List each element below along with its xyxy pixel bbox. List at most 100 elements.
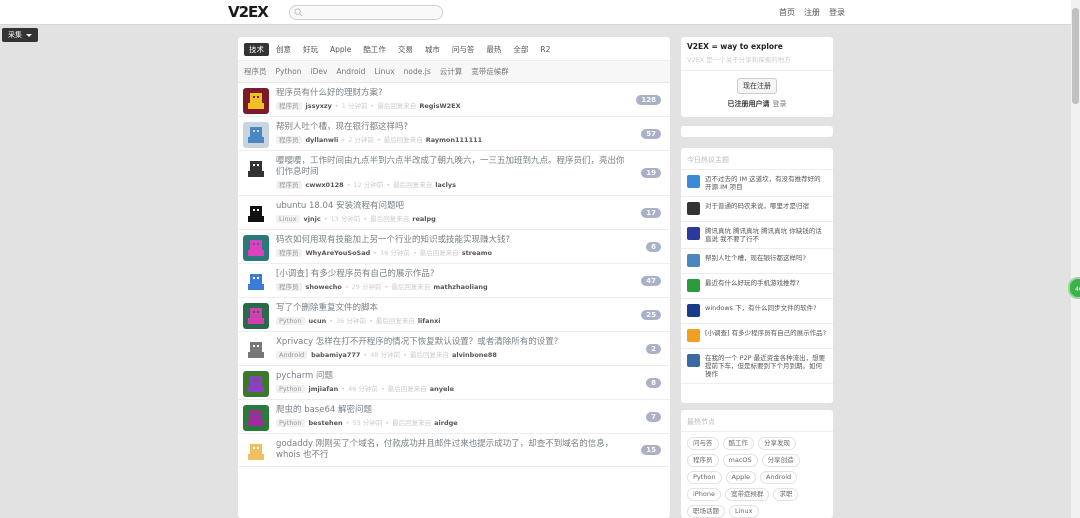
author-link[interactable]: cwwx0128 (306, 181, 344, 189)
topic-title-link[interactable]: 程序员有什么好的理财方案? (276, 88, 627, 99)
author-link[interactable]: vjnjc (304, 215, 321, 223)
avatar[interactable] (243, 235, 269, 261)
tab-7[interactable]: 问与答 (447, 43, 480, 56)
topic-title-link[interactable]: ubuntu 18.04 安装流程有问题吧 (276, 201, 627, 212)
reply-count-badge[interactable]: 15 (641, 445, 661, 455)
topic-title-link[interactable]: godaddy 刚刚买了个域名，付款成功并且邮件过来也提示成功了，却查不到域名的… (276, 439, 627, 461)
hot-topic-link[interactable]: 对于普通的码农来说，哪里才是归宿 (705, 202, 809, 210)
tab-0[interactable]: 技术 (244, 43, 269, 56)
reply-count-badge[interactable]: 128 (636, 94, 661, 105)
avatar[interactable] (687, 202, 700, 215)
author-link[interactable]: WhyAreYouSoSad (306, 249, 371, 257)
node-tag[interactable]: 程序员 (276, 181, 302, 189)
subtab-1[interactable]: Python (276, 65, 302, 78)
last-reply-user[interactable]: alvinbone88 (452, 351, 497, 359)
node-tag[interactable]: Python (687, 471, 722, 484)
search-input[interactable] (289, 5, 443, 20)
topic-title-link[interactable]: 写了个删除重复文件的脚本 (276, 303, 627, 314)
node-tag[interactable]: 分享创造 (761, 454, 800, 467)
reply-count-badge[interactable]: 2 (646, 343, 661, 354)
avatar[interactable] (687, 329, 700, 342)
avatar[interactable] (243, 405, 269, 431)
subtab-4[interactable]: Linux (374, 65, 394, 78)
node-tag[interactable]: iPhone (687, 488, 721, 501)
subtab-7[interactable]: 宽带症候群 (471, 65, 509, 78)
nav-register[interactable]: 注册 (804, 7, 820, 18)
last-reply-user[interactable]: airdge (434, 419, 458, 427)
nav-login[interactable]: 登录 (829, 7, 845, 18)
node-tag[interactable]: 程序员 (276, 136, 302, 144)
topic-title-link[interactable]: 码农如何用现有技能加上另一个行业的知识或技能实现赚大钱? (276, 235, 627, 246)
node-tag[interactable]: 职场话题 (687, 505, 725, 518)
author-link[interactable]: bestehen (309, 419, 343, 427)
register-button[interactable]: 现在注册 (737, 78, 777, 94)
node-tag[interactable]: 问与答 (687, 437, 719, 450)
tab-1[interactable]: 创意 (271, 43, 296, 56)
node-tag[interactable]: Android (760, 471, 798, 484)
avatar[interactable] (243, 122, 269, 148)
author-link[interactable]: babamiya777 (311, 351, 360, 359)
subtab-6[interactable]: 云计算 (440, 65, 463, 78)
avatar[interactable] (243, 156, 269, 182)
avatar[interactable] (243, 371, 269, 397)
hot-topic-link[interactable]: 帮别人吐个槽，现在银行都这样吗? (705, 254, 806, 262)
reply-count-badge[interactable]: 17 (641, 207, 661, 218)
tab-9[interactable]: 全部 (508, 43, 533, 56)
last-reply-user[interactable]: realpg (412, 215, 436, 223)
avatar[interactable] (687, 227, 700, 240)
reply-count-badge[interactable]: 6 (646, 241, 661, 252)
hot-topic-link[interactable]: 迈不过去的 IM 这道坎，有没有推荐好的开源 IM 项目 (705, 175, 827, 191)
author-link[interactable]: showecho (306, 283, 342, 291)
avatar[interactable] (687, 279, 700, 292)
hot-topic-link[interactable]: 最近有什么好玩的手机游戏推荐? (705, 279, 799, 287)
avatar[interactable] (243, 201, 269, 227)
node-tag[interactable]: Python (276, 385, 305, 393)
author-link[interactable]: jssyxzy (306, 102, 332, 110)
last-reply-user[interactable]: RegisW2EX (419, 102, 460, 110)
node-tag[interactable]: 程序员 (687, 454, 719, 467)
avatar[interactable] (243, 439, 269, 465)
node-tag[interactable]: 分享发现 (758, 437, 796, 450)
tab-10[interactable]: R2 (535, 43, 555, 56)
tab-8[interactable]: 最热 (481, 43, 506, 56)
reply-count-badge[interactable]: 57 (641, 128, 661, 139)
subtab-2[interactable]: iDev (311, 65, 328, 78)
node-tag[interactable]: macOS (722, 454, 758, 467)
last-reply-user[interactable]: Raymon111111 (426, 136, 482, 144)
tab-2[interactable]: 好玩 (298, 43, 323, 56)
node-tag[interactable]: Linux (729, 505, 759, 518)
avatar[interactable] (687, 304, 700, 317)
node-tag[interactable]: 程序员 (276, 249, 302, 257)
node-tag[interactable]: 程序员 (276, 283, 302, 291)
tab-3[interactable]: Apple (325, 43, 356, 56)
reply-count-badge[interactable]: 7 (646, 411, 661, 422)
tab-5[interactable]: 交易 (393, 43, 418, 56)
topic-title-link[interactable]: Xprivacy 怎样在打不开程序的情况下恢复默认设置？或者清除所有的设置? (276, 337, 627, 348)
topic-title-link[interactable]: 爬虫的 base64 解密问题 (276, 405, 627, 416)
subtab-5[interactable]: node.js (404, 65, 431, 78)
topic-title-link[interactable]: pycharm 问题 (276, 371, 627, 382)
node-tag[interactable]: 宽带症候群 (724, 488, 770, 501)
topic-title-link[interactable]: 嘤嘤嘤，工作时间由九点半到六点半改成了朝九晚六，一三五加班到九点。程序员们，亮出… (276, 156, 627, 178)
last-reply-user[interactable]: lifanxi (418, 317, 441, 325)
avatar[interactable] (243, 88, 269, 114)
last-reply-user[interactable]: anyele (430, 385, 454, 393)
node-tag[interactable]: Apple (725, 471, 757, 484)
avatar[interactable] (243, 269, 269, 295)
last-reply-user[interactable]: laclys (435, 181, 456, 189)
node-tag[interactable]: 酷工作 (722, 437, 754, 450)
topic-title-link[interactable]: 帮别人吐个槽，现在银行都这样吗? (276, 122, 627, 133)
hot-topic-link[interactable]: [小调查] 有多少程序员有自己的展示作品? (705, 329, 826, 337)
node-tag[interactable]: 程序员 (276, 102, 302, 110)
floating-badge[interactable]: 46 (1068, 277, 1080, 299)
avatar[interactable] (687, 175, 700, 188)
hot-topic-link[interactable]: 在我的一个 P2P 最近资金各种流出，想要提前下车，但是标要到下个月到期。如何操… (705, 354, 827, 378)
nav-home[interactable]: 首页 (779, 7, 795, 18)
reply-count-badge[interactable]: 47 (641, 275, 661, 286)
site-logo[interactable]: V2EX (228, 3, 269, 21)
last-reply-user[interactable]: streamo (462, 249, 492, 257)
node-tag[interactable]: Python (276, 419, 305, 427)
author-link[interactable]: jmjiafan (309, 385, 339, 393)
collect-button[interactable]: 采集 (2, 28, 38, 42)
subtab-3[interactable]: Android (336, 65, 365, 78)
